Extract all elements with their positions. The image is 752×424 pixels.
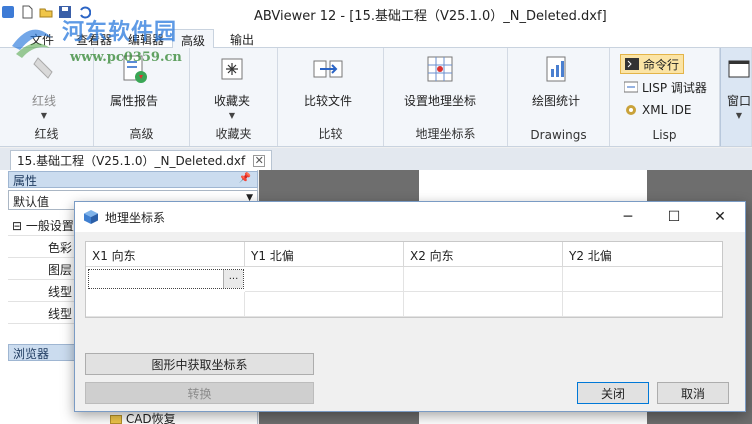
watermark-text: 河东软件园 <box>62 19 178 45</box>
gear-icon <box>626 105 636 115</box>
column-header-x2[interactable]: X2 向东 <box>404 242 563 267</box>
window-button[interactable]: 窗口 ▼ <box>723 52 752 120</box>
command-line-button[interactable]: 命令行 <box>620 54 685 74</box>
tree-item[interactable]: CAD恢复 <box>110 410 176 424</box>
close-icon[interactable]: ✕ <box>253 154 266 167</box>
group-lisp: 命令行 LISP 调试器 XML IDE Lisp <box>610 48 720 146</box>
debugger-icon <box>624 81 638 93</box>
compare-icon <box>312 52 344 86</box>
close-dialog-button[interactable]: 关闭 <box>577 382 649 404</box>
get-from-drawing-button[interactable]: 图形中获取坐标系 <box>85 353 314 375</box>
grid-cell[interactable] <box>86 292 245 317</box>
group-geo: 设置地理坐标 地理坐标系 <box>384 48 508 146</box>
window-icon <box>723 52 752 86</box>
dialog-title-bar: 地理坐标系 ─ ☐ ✕ <box>75 202 745 232</box>
chevron-down-icon: ▼ <box>228 111 236 120</box>
column-header-x1[interactable]: X1 向东 <box>86 242 245 267</box>
grid-cell[interactable] <box>404 292 563 317</box>
pin-icon[interactable]: 📌 <box>239 173 251 184</box>
group-compare: 比较文件 比较 <box>278 48 384 146</box>
tab-output[interactable]: 输出 <box>222 29 262 48</box>
favorites-icon <box>216 52 248 86</box>
grid-icon <box>424 52 456 86</box>
watermark-logo-icon <box>12 29 52 58</box>
set-geo-coordinates-button[interactable]: 设置地理坐标 <box>404 52 476 109</box>
geo-coordinates-dialog: 地理坐标系 ─ ☐ ✕ X1 向东 Y1 北偏 X2 向东 Y2 北偏 ... … <box>74 201 746 412</box>
ellipsis-button[interactable]: ... <box>223 270 243 288</box>
folder-icon <box>110 415 122 424</box>
xml-ide-button[interactable]: XML IDE <box>620 100 695 120</box>
lisp-debugger-button[interactable]: LISP 调试器 <box>620 77 711 97</box>
column-header-y1[interactable]: Y1 北偏 <box>245 242 404 267</box>
statistics-icon <box>540 52 572 86</box>
dialog-title: 地理坐标系 <box>105 211 166 225</box>
document-tab-strip: 15.基础工程（V25.1.0）_N_Deleted.dxf ✕ <box>0 148 752 170</box>
window-title: ABViewer 12 - [15.基础工程（V25.1.0）_N_Delete… <box>254 9 607 24</box>
watermark: 河东软件园 www.pc0359.cn <box>6 12 216 72</box>
grid-cell[interactable] <box>563 292 722 317</box>
group-window: 窗口 ▼ <box>720 48 752 146</box>
grid-cell[interactable] <box>404 267 563 292</box>
convert-button[interactable]: 转换 <box>85 382 314 404</box>
favorites-button[interactable]: 收藏夹 ▼ <box>214 52 250 120</box>
compare-files-button[interactable]: 比较文件 <box>304 52 352 109</box>
cube-icon <box>84 210 98 224</box>
x1-cell-editor[interactable]: ... <box>88 269 244 289</box>
properties-header: 属性 📌 <box>8 171 258 188</box>
grid-cell[interactable] <box>245 267 404 292</box>
terminal-icon <box>625 58 639 70</box>
cancel-button[interactable]: 取消 <box>657 382 729 404</box>
watermark-url: www.pc0359.cn <box>70 50 182 65</box>
drawing-statistics-button[interactable]: 绘图统计 <box>532 52 580 109</box>
chevron-down-icon: ▼ <box>40 111 48 120</box>
grid-cell[interactable] <box>245 292 404 317</box>
group-drawings: 绘图统计 Drawings <box>508 48 610 146</box>
column-header-y2[interactable]: Y2 北偏 <box>563 242 722 267</box>
grid-cell[interactable] <box>563 267 722 292</box>
close-button[interactable]: ✕ <box>697 202 743 232</box>
minimize-button[interactable]: ─ <box>605 202 651 232</box>
maximize-button[interactable]: ☐ <box>651 202 697 232</box>
chevron-down-icon: ▼ <box>735 111 743 120</box>
coordinates-grid: X1 向东 Y1 北偏 X2 向东 Y2 北偏 ... <box>85 241 723 318</box>
document-tab[interactable]: 15.基础工程（V25.1.0）_N_Deleted.dxf ✕ <box>10 150 273 170</box>
